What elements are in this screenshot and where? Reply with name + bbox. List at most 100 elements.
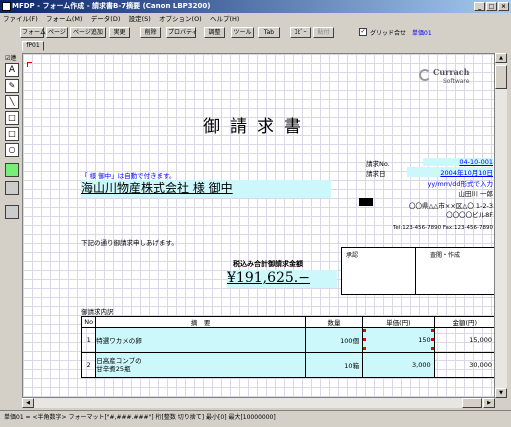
tool-button[interactable]: ツール <box>231 27 254 38</box>
vertical-scroll-thumb[interactable] <box>495 65 507 89</box>
adjust-button[interactable]: 調整 <box>204 27 225 38</box>
selection-handle[interactable] <box>363 347 367 350</box>
selection-handle[interactable] <box>430 338 434 341</box>
col-amount: 金額(円) <box>433 316 494 328</box>
intro-text: 下記の通り御請求申しあげます。 <box>81 239 178 247</box>
horizontal-scroll-thumb[interactable] <box>462 398 482 408</box>
menu-help[interactable]: ヘルプ(H) <box>207 13 242 25</box>
selection-handle[interactable] <box>363 329 367 332</box>
table-row: 1 特選ワカメの卵 100個 150 15,000 <box>80 327 494 353</box>
add-page-button[interactable]: ページ追加 <box>70 27 106 38</box>
page-button[interactable]: ページ <box>46 27 68 38</box>
auto-suffix-note: 「 様 御中」は自動で付きます。 <box>81 172 176 180</box>
sender-tel-fax: Tel:123-456-7890 Fax:123-456-7890 <box>393 225 493 231</box>
update-button[interactable]: 実更 <box>109 27 130 38</box>
sender-name: 山田川 一郎 <box>458 190 493 198</box>
rect-tool-icon[interactable]: □ <box>5 111 19 125</box>
vertical-scrollbar[interactable]: ▲ ▼ <box>495 53 507 398</box>
row-price[interactable]: 3,000 <box>362 352 435 378</box>
status-bar: 単価01 = <半角数字> フォーマット["#,###.###"] 桁[整数 切… <box>0 410 511 427</box>
menu-bar: ファイル(F) フォーム(M) データ(D) 設定(S) オプション(O) ヘル… <box>0 13 511 25</box>
invoice-no-label: 請求No. <box>366 160 390 168</box>
customer-name-field[interactable]: 海山川物産株式会社 様 御中 <box>81 180 331 198</box>
close-button[interactable]: × <box>498 2 509 11</box>
invoice-date-field[interactable]: 2004年10月10日 <box>407 167 493 177</box>
tool-panel: ☑連 A ✎ ╲ □ □ ○ <box>4 53 20 398</box>
row-no: 1 <box>80 327 97 353</box>
total-label: 税込み合計御請求金額 <box>233 260 303 268</box>
pen-tool-icon[interactable]: ✎ <box>5 79 19 93</box>
line-tool-icon[interactable]: ╲ <box>5 95 19 109</box>
logo-sub: Software <box>443 78 470 85</box>
menu-settings[interactable]: 設定(S) <box>126 13 154 25</box>
ellipse-tool-icon[interactable]: ○ <box>5 143 19 157</box>
color-tool-icon[interactable] <box>5 163 19 177</box>
sender-address-2: 〇〇〇〇ビル8F <box>446 211 493 219</box>
menu-file[interactable]: ファイル(F) <box>0 13 41 25</box>
col-no: No <box>80 316 97 328</box>
row-amount: 30,000 <box>433 352 494 378</box>
total-amount: ¥191,625.− <box>227 270 310 286</box>
fill-tool-icon[interactable] <box>5 181 19 195</box>
invoice-no-field[interactable]: 04-10-001 <box>423 158 493 166</box>
scroll-up-icon[interactable]: ▲ <box>495 53 507 63</box>
scroll-right-icon[interactable]: ▶ <box>483 398 495 408</box>
page-tabs: fP01 <box>0 40 511 51</box>
tab-button[interactable]: Tab <box>258 27 280 38</box>
selected-cell-label: 単価01 <box>412 30 432 37</box>
scroll-down-icon[interactable]: ▼ <box>495 388 507 398</box>
logo-mark-icon <box>419 69 431 81</box>
copy-button[interactable]: ｺﾋﾟｰ <box>290 27 311 38</box>
row-amount: 15,000 <box>433 327 494 353</box>
text-tool-icon[interactable]: A <box>5 63 19 77</box>
horizontal-scrollbar[interactable]: ◀ ▶ <box>22 398 495 408</box>
total-amount-field[interactable]: ¥191,625.− <box>227 270 337 288</box>
document-title: 御請求書 <box>203 117 311 137</box>
row-desc[interactable]: 特選ワカメの卵 <box>95 327 306 353</box>
row-no: 2 <box>80 352 97 378</box>
menu-form[interactable]: フォーム(M) <box>43 13 86 25</box>
company-logo: Currach Software <box>413 65 483 93</box>
delete-button[interactable]: 削除 <box>140 27 161 38</box>
logo-name: Currach <box>433 67 470 77</box>
approve-label: 承認 <box>346 252 359 259</box>
selection-handle[interactable] <box>363 338 367 341</box>
toolbar: フォーム ページ ページ追加 実更 削除 プロパティ 調整 ツール Tab ｺﾋ… <box>0 25 511 40</box>
line-style-tool-icon[interactable] <box>5 205 19 219</box>
minimize-button[interactable]: _ <box>474 2 485 11</box>
check-label: 査閲・作成 <box>430 252 461 259</box>
selection-handle[interactable] <box>430 329 434 332</box>
grid-snap-label: グリッド合せ <box>370 30 407 37</box>
col-price: 単価(円) <box>362 316 435 328</box>
app-icon <box>2 2 11 11</box>
row-price[interactable]: 150 <box>362 327 435 353</box>
detail-label: 御請求内訳 <box>81 308 114 316</box>
row-qty[interactable]: 100個 <box>304 327 364 353</box>
scroll-left-icon[interactable]: ◀ <box>22 398 34 408</box>
paste-button[interactable]: 貼付 <box>313 27 334 38</box>
menu-options[interactable]: オプション(O) <box>156 13 205 25</box>
table-row: 2 日高産コンブの 甘辛煮25瓶 10箱 3,000 30,000 <box>80 352 494 378</box>
grid-snap-checkbox[interactable]: ✓ <box>359 28 367 36</box>
date-format-note: yy/mm/dd形式で入力 <box>427 180 494 188</box>
customer-name: 海山川物産株式会社 様 御中 <box>81 181 233 195</box>
invoice-date-label: 請求日 <box>366 170 386 178</box>
corner-mark <box>27 62 32 67</box>
menu-data[interactable]: データ(D) <box>88 13 124 25</box>
tab-fp01[interactable]: fP01 <box>22 41 44 51</box>
col-desc: 摘 要 <box>95 316 306 328</box>
row-desc[interactable]: 日高産コンブの 甘辛煮25瓶 <box>95 352 306 378</box>
maximize-button[interactable]: □ <box>486 2 497 11</box>
col-qty: 数量 <box>304 316 364 328</box>
title-bar: MFDP - フォーム作成 - 請求書B-7摘要 (Canon LBP3200)… <box>0 0 511 13</box>
selection-handle[interactable] <box>430 347 434 350</box>
rect-tool-2-icon[interactable]: □ <box>5 127 19 141</box>
continuous-checkbox[interactable]: ☑連 <box>5 53 16 62</box>
row-qty[interactable]: 10箱 <box>304 352 364 378</box>
properties-button[interactable]: プロパティ <box>166 27 198 38</box>
continuous-label: 連 <box>10 55 17 62</box>
approval-box: 承認 査閲・作成 <box>341 247 494 295</box>
form-button[interactable]: フォーム <box>20 27 46 38</box>
window-title: MFDP - フォーム作成 - 請求書B-7摘要 (Canon LBP3200) <box>12 2 211 10</box>
form-canvas[interactable]: 御請求書 Currach Software 「 様 御中」は自動で付きます。 海… <box>22 53 495 398</box>
